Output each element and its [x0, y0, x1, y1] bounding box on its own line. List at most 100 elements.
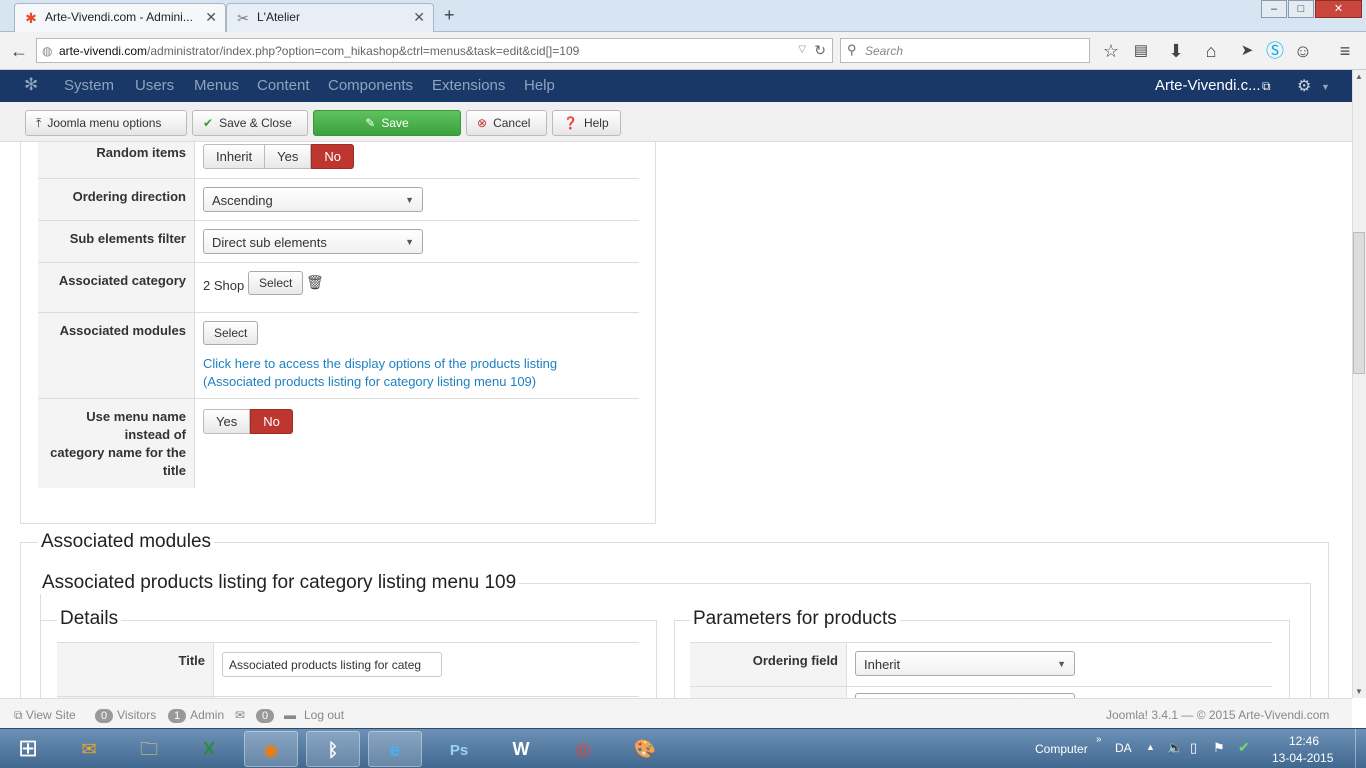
firefox-icon[interactable]: ◉	[244, 731, 298, 767]
products-listing-options-link-sub[interactable]: (Associated products listing for categor…	[203, 373, 536, 391]
bookmark-star-icon[interactable]: ☆	[1100, 41, 1122, 61]
new-tab-button[interactable]: +	[444, 5, 455, 26]
tab-latelier[interactable]: ✂ L'Atelier ✕	[226, 3, 434, 32]
row-divider	[690, 686, 1272, 687]
chrome-icon[interactable]: ◎	[556, 731, 610, 767]
title-input[interactable]: Associated products listing for categ	[222, 652, 442, 677]
file-explorer-icon[interactable]: 🗀	[122, 731, 176, 767]
search-input[interactable]: ⚲ Search	[840, 38, 1090, 63]
details-legend: Details	[57, 608, 122, 630]
upload-icon: ⤒	[36, 116, 42, 130]
site-link[interactable]: Arte-Vivendi.c...	[1155, 77, 1261, 94]
vertical-scrollbar[interactable]: ▲ ▼	[1352, 70, 1366, 698]
toolbar: ⤒ Joomla menu options ✔ Save & Close ✎ Save…	[0, 102, 1352, 142]
close-tab-icon[interactable]: ✕	[205, 9, 217, 26]
save-button[interactable]: ✎ Save	[313, 110, 461, 136]
url-bar[interactable]: ◍ arte-vivendi.com/administrator/index.p…	[36, 38, 833, 63]
products-listing-options-link[interactable]: Click here to access the display options…	[203, 355, 557, 373]
dropdown-arrow-icon[interactable]: ▽	[798, 44, 806, 55]
chevrons-icon[interactable]: »	[1096, 734, 1102, 745]
close-tab-icon[interactable]: ✕	[413, 9, 425, 26]
word-icon[interactable]: W	[494, 731, 548, 767]
nav-users[interactable]: Users	[135, 77, 174, 94]
chat-icon[interactable]: ☺	[1292, 41, 1314, 61]
caret-down-icon[interactable]: ▼	[1321, 82, 1330, 92]
cancel-button[interactable]: ⊗ Cancel	[466, 110, 547, 136]
outlook-icon[interactable]: ✉	[62, 731, 116, 767]
internet-explorer-icon[interactable]: e	[368, 731, 422, 767]
joomla-menu-options-button[interactable]: ⤒ Joomla menu options	[25, 110, 187, 136]
random-items-toggle: Inherit Yes No	[203, 144, 354, 169]
joomla-logo-icon[interactable]: ✻	[24, 75, 38, 95]
row-divider	[38, 398, 639, 399]
trash-icon[interactable]: 🗑	[306, 274, 324, 291]
joomla-favicon-icon: ✱	[25, 10, 37, 26]
ordering-field-select[interactable]: Inherit ▼	[855, 651, 1075, 676]
save-close-button[interactable]: ✔ Save & Close	[192, 110, 308, 136]
flag-icon[interactable]: ⚑	[1213, 740, 1225, 756]
main-content: Random items Inherit Yes No Ordering dir…	[0, 142, 1352, 698]
sub-elements-filter-label: Sub elements filter	[69, 231, 186, 246]
nav-help[interactable]: Help	[524, 77, 555, 94]
globe-icon: ◍	[42, 44, 53, 58]
ordering-field-label: Ordering field	[752, 653, 838, 668]
close-window-button[interactable]: ✕	[1315, 0, 1362, 18]
check-icon: ✔	[203, 116, 214, 130]
associated-category-select-button[interactable]: Select	[248, 271, 304, 295]
photoshop-icon[interactable]: Ps	[432, 731, 486, 767]
show-hidden-icons-icon[interactable]: ▲	[1146, 742, 1155, 752]
device-icon[interactable]: ▯	[1190, 740, 1197, 756]
nav-extensions[interactable]: Extensions	[432, 77, 505, 94]
computer-toolbar-label[interactable]: Computer	[1035, 742, 1088, 756]
help-button[interactable]: ❓ Help	[552, 110, 621, 136]
home-icon[interactable]: ⌂	[1200, 41, 1222, 61]
send-icon[interactable]: ➤	[1236, 41, 1258, 61]
back-icon[interactable]: ←	[8, 41, 30, 61]
scroll-up-icon[interactable]: ▲	[1355, 72, 1363, 81]
products-listing-legend: Associated products listing for category…	[39, 572, 520, 594]
chevron-down-icon: ▼	[405, 195, 414, 205]
use-menu-name-yes[interactable]: Yes	[203, 409, 251, 434]
bluetooth-icon[interactable]: ᛒ	[306, 731, 360, 767]
random-items-yes[interactable]: Yes	[265, 144, 312, 169]
ordering-direction-select[interactable]: Ascending ▼	[203, 187, 423, 212]
language-indicator[interactable]: DA	[1115, 741, 1132, 755]
nav-content[interactable]: Content	[257, 77, 310, 94]
logout-link[interactable]: Log out	[304, 708, 344, 722]
use-menu-name-label-2: instead of	[124, 427, 186, 442]
random-items-no[interactable]: No	[311, 144, 354, 169]
menu-icon[interactable]: ≡	[1334, 41, 1356, 61]
view-site-link[interactable]: ⧉ View Site	[14, 708, 76, 723]
show-desktop-button[interactable]	[1355, 729, 1366, 768]
paint-icon[interactable]: 🎨	[618, 731, 672, 767]
scroll-down-icon[interactable]: ▼	[1355, 687, 1363, 696]
use-menu-name-label-1: Use menu name	[86, 409, 186, 424]
use-menu-name-no[interactable]: No	[250, 409, 293, 434]
skype-icon[interactable]: Ⓢ	[1264, 41, 1286, 61]
maximize-button[interactable]: □	[1288, 0, 1314, 18]
clock-time[interactable]: 12:46	[1289, 734, 1319, 748]
messages-status[interactable]: 0	[256, 708, 278, 723]
minimize-button[interactable]: –	[1261, 0, 1287, 18]
download-icon[interactable]: ⬇	[1165, 41, 1187, 61]
excel-icon[interactable]: X	[182, 731, 236, 767]
clock-date[interactable]: 13-04-2015	[1272, 751, 1333, 765]
volume-icon[interactable]: 🔈	[1167, 740, 1183, 756]
nav-components[interactable]: Components	[328, 77, 413, 94]
tab-label: Arte-Vivendi.com - Admini...	[45, 10, 193, 24]
nav-system[interactable]: System	[64, 77, 114, 94]
tab-arte-vivendi[interactable]: ✱ Arte-Vivendi.com - Admini... ✕	[14, 3, 226, 32]
associated-modules-select-button[interactable]: Select	[203, 321, 259, 345]
reading-list-icon[interactable]: ▤	[1130, 41, 1152, 61]
nav-menus[interactable]: Menus	[194, 77, 239, 94]
start-button-icon[interactable]: ⊞	[4, 731, 52, 767]
reload-icon[interactable]: ↻	[814, 42, 826, 59]
scrollbar-thumb[interactable]	[1353, 232, 1365, 374]
external-link-icon: ⧉	[14, 708, 23, 722]
gear-icon[interactable]: ⚙	[1297, 76, 1311, 96]
sub-elements-filter-select[interactable]: Direct sub elements ▼	[203, 229, 423, 254]
random-items-inherit[interactable]: Inherit	[203, 144, 266, 169]
tab-label: L'Atelier	[257, 10, 300, 24]
network-icon[interactable]: ✔	[1238, 739, 1250, 756]
envelope-icon[interactable]: ✉	[235, 708, 245, 722]
